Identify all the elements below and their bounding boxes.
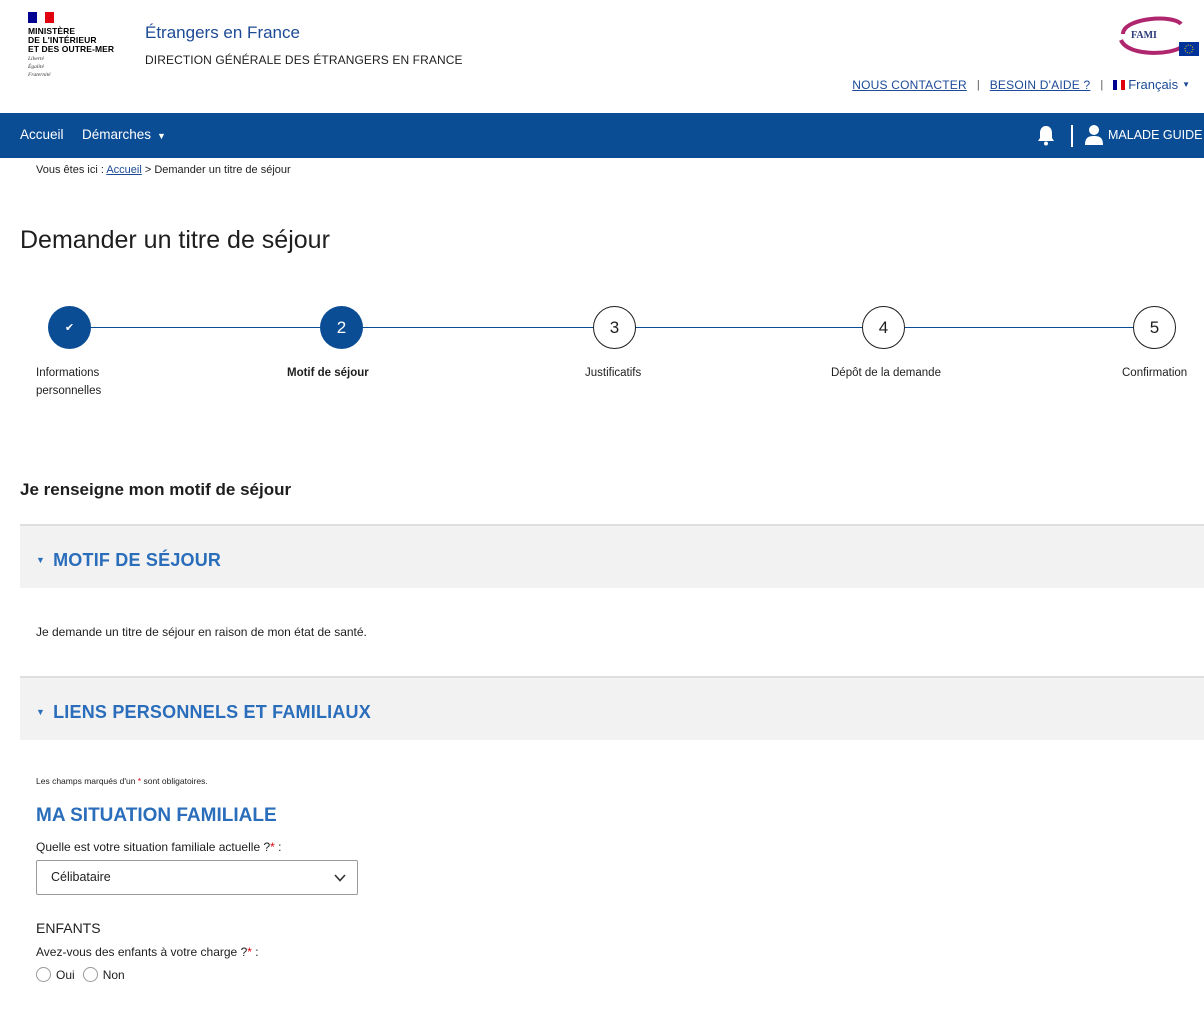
radio-oui-label[interactable]: Oui	[56, 968, 75, 982]
nav-home[interactable]: Accueil	[20, 127, 64, 142]
user-account-link[interactable]: MALADE GUIDE	[1108, 128, 1202, 142]
enfants-question-label: Avez-vous des enfants à votre charge ?* …	[36, 945, 259, 959]
step-2-circle: 2	[320, 306, 363, 349]
breadcrumb-current: > Demander un titre de séjour	[141, 164, 291, 176]
motto-line-2: Égalité	[28, 64, 44, 70]
step-2-label: Motif de séjour	[287, 367, 369, 379]
breadcrumb: Vous êtes ici : Accueil > Demander un ti…	[36, 164, 291, 176]
step-1-label: Informations personnelles	[36, 364, 101, 400]
triangle-down-icon: ▼	[36, 707, 46, 717]
site-header: MINISTÈRE DE L'INTÉRIEUR ET DES OUTRE-ME…	[0, 0, 1204, 113]
site-subtitle: DIRECTION GÉNÉRALE DES ÉTRANGERS EN FRAN…	[145, 53, 463, 67]
french-flag-icon	[1113, 79, 1126, 90]
top-links: NOUS CONTACTER | BESOIN D'AIDE ? | Franç…	[852, 77, 1190, 92]
contact-link[interactable]: NOUS CONTACTER	[852, 78, 967, 92]
caret-down-icon: ▼	[1182, 80, 1190, 89]
main-navbar: Accueil Démarches ▼ MALADE GUIDE	[0, 113, 1204, 158]
motto-line-3: Fraternité	[28, 72, 51, 78]
motto-line-1: Liberté	[28, 56, 44, 62]
nav-demarches[interactable]: Démarches ▼	[82, 127, 166, 142]
label-suffix: :	[274, 840, 282, 854]
step-3-label: Justificatifs	[585, 367, 642, 379]
language-label: Français	[1128, 77, 1179, 92]
required-note-after: sont obligatoires.	[141, 776, 208, 786]
situation-question-label: Quelle est votre situation familiale act…	[36, 840, 281, 854]
situation-question-text: Quelle est votre situation familiale act…	[36, 840, 271, 854]
notification-bell-icon[interactable]	[1035, 124, 1057, 146]
breadcrumb-prefix: Vous êtes ici :	[36, 164, 107, 176]
step-4-circle: 4	[862, 306, 905, 349]
ministry-logo[interactable]: MINISTÈRE DE L'INTÉRIEUR ET DES OUTRE-ME…	[28, 12, 138, 78]
motif-panel-title-text: MOTIF DE SÉJOUR	[53, 550, 222, 570]
section-heading: Je renseigne mon motif de séjour	[20, 480, 292, 499]
nav-separator	[1071, 125, 1073, 147]
step-4-label: Dépôt de la demande	[831, 367, 941, 379]
page-title: Demander un titre de séjour	[20, 226, 330, 254]
check-icon: ✔	[64, 322, 75, 334]
step-5-label: Confirmation	[1122, 367, 1188, 379]
separator: |	[976, 78, 980, 91]
step-1-label-line-1: Informations	[36, 367, 100, 379]
situation-select-value: Célibataire	[51, 870, 111, 884]
user-icon[interactable]	[1084, 124, 1104, 146]
step-1-label-line-2: personnelles	[36, 385, 102, 397]
language-selector[interactable]: Français ▼	[1113, 77, 1190, 92]
motif-panel-header[interactable]: ▼ MOTIF DE SÉJOUR	[20, 524, 1204, 588]
enfants-radio-group: Oui Non	[36, 967, 133, 982]
enfants-title: ENFANTS	[36, 920, 101, 936]
step-3-circle: 3	[593, 306, 636, 349]
label-suffix: :	[251, 945, 259, 959]
marianne-flag-icon	[28, 12, 55, 23]
radio-non[interactable]	[82, 967, 98, 982]
help-link[interactable]: BESOIN D'AIDE ?	[990, 78, 1091, 92]
motif-description: Je demande un titre de séjour en raison …	[36, 625, 367, 639]
situation-select[interactable]: Célibataire	[36, 860, 358, 895]
breadcrumb-home-link[interactable]: Accueil	[106, 164, 141, 176]
required-note-before: Les champs marqués d'un	[36, 776, 138, 786]
required-fields-note: Les champs marqués d'un * sont obligatoi…	[36, 776, 208, 786]
nav-demarches-label: Démarches	[82, 127, 152, 142]
site-title[interactable]: Étrangers en France	[145, 23, 300, 43]
step-1-circle: ✔	[48, 306, 91, 349]
situation-title: MA SITUATION FAMILIALE	[36, 805, 277, 826]
ministry-line-3: ET DES OUTRE-MER	[28, 44, 115, 54]
radio-oui[interactable]	[36, 967, 51, 982]
liens-panel-header[interactable]: ▼ LIENS PERSONNELS ET FAMILIAUX	[20, 676, 1204, 740]
fami-logo-text: FAMI	[1131, 30, 1157, 41]
radio-non-label[interactable]: Non	[103, 968, 125, 982]
liens-panel-title: ▼ LIENS PERSONNELS ET FAMILIAUX	[36, 702, 371, 723]
enfants-question-text: Avez-vous des enfants à votre charge ?	[36, 945, 248, 959]
step-5-circle: 5	[1133, 306, 1176, 349]
separator: |	[1100, 78, 1104, 91]
liens-panel-title-text: LIENS PERSONNELS ET FAMILIAUX	[53, 702, 371, 722]
caret-down-icon: ▼	[157, 131, 166, 141]
progress-stepper: ✔ 2 3 4 5 Informations personnelles Moti…	[0, 296, 1204, 406]
triangle-down-icon: ▼	[36, 555, 46, 565]
chevron-down-icon	[334, 874, 346, 882]
motif-panel-title: ▼ MOTIF DE SÉJOUR	[36, 550, 221, 571]
fami-eu-logo: FAMI	[1119, 16, 1199, 56]
